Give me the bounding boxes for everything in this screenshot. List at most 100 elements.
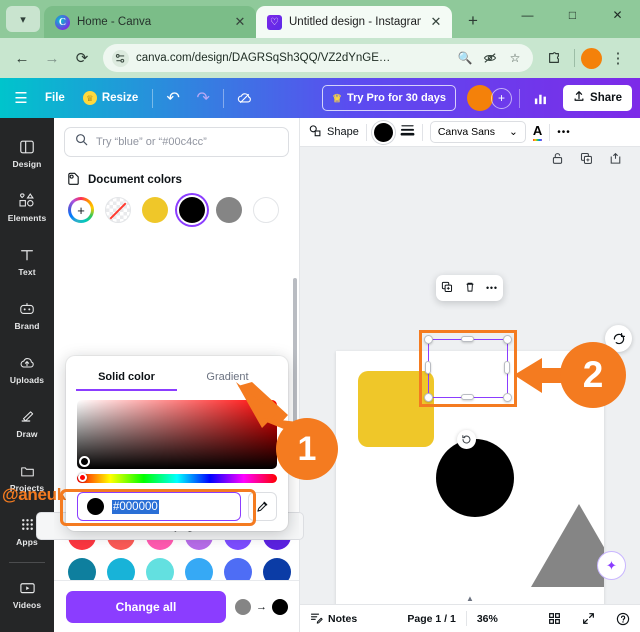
main-menu-icon[interactable]: ☰ — [8, 85, 34, 111]
change-all-button[interactable]: Change all — [66, 590, 226, 623]
try-pro-button[interactable]: ♕ Try Pro for 30 days — [322, 85, 457, 111]
resize-handle-bottom[interactable] — [461, 394, 474, 400]
apps-icon — [20, 516, 35, 534]
eyedropper-icon[interactable] — [248, 492, 277, 521]
resize-handle-left[interactable] — [425, 361, 431, 374]
document-swatch-white[interactable] — [253, 197, 279, 223]
sv-knob[interactable] — [79, 456, 90, 467]
zoom-icon[interactable]: 🔍 — [456, 51, 474, 65]
tab-search-button[interactable]: ▾ — [6, 6, 40, 32]
panel-scrollbar[interactable] — [293, 278, 297, 428]
minimize-button[interactable]: — — [505, 0, 550, 30]
user-avatar[interactable] — [467, 85, 494, 111]
duplicate-icon[interactable] — [580, 152, 593, 168]
notes-label: Notes — [328, 612, 358, 625]
back-icon[interactable]: ← — [8, 44, 36, 72]
browser-menu-icon[interactable]: ⋮ — [604, 44, 632, 72]
resize-handle-bl[interactable] — [424, 393, 433, 402]
uploads-icon — [18, 354, 36, 372]
sidebar-item-elements[interactable]: Elements — [0, 180, 54, 234]
annotation-callout-2: 2 — [560, 342, 626, 408]
browser-tab-1[interactable]: ♡ Untitled design - Instagram ✕ — [256, 6, 452, 38]
canva-square-icon: ♡ — [267, 14, 282, 30]
add-color-swatch[interactable]: + — [68, 197, 94, 223]
duplicate-icon[interactable] — [441, 281, 453, 296]
sidebar-item-design[interactable]: Design — [0, 126, 54, 180]
sidebar-item-text[interactable]: Text — [0, 234, 54, 288]
redo-icon[interactable]: ↷ — [190, 85, 216, 111]
tab-close-icon[interactable]: ✕ — [232, 14, 248, 30]
shape-button[interactable]: Shape — [308, 124, 359, 141]
gray-triangle[interactable] — [531, 504, 604, 587]
sidebar-item-draw[interactable]: Draw — [0, 396, 54, 450]
hex-color-input[interactable]: #000000 — [77, 492, 241, 521]
rotate-icon[interactable] — [457, 430, 476, 449]
annotation-callout-1: 1 — [276, 418, 338, 480]
document-swatch-black[interactable] — [179, 197, 205, 223]
resize-handle-br[interactable] — [503, 393, 512, 402]
profile-avatar[interactable] — [581, 47, 602, 69]
add-page-icon[interactable] — [609, 152, 622, 168]
hue-knob[interactable] — [78, 473, 87, 482]
search-box[interactable]: Try “blue” or “#00c4cc” — [64, 127, 289, 157]
no-color-swatch[interactable] — [105, 197, 131, 223]
url-text: canva.com/design/DAGRSqSh3QQ/VZ2dYnGE… — [136, 52, 391, 64]
search-input-placeholder[interactable]: Try “blue” or “#00c4cc” — [96, 136, 207, 148]
resize-handle-right[interactable] — [504, 361, 510, 374]
cloud-save-icon[interactable] — [231, 85, 257, 111]
puzzle-icon[interactable] — [540, 44, 568, 72]
file-menu-button[interactable]: File — [38, 85, 72, 111]
resize-button[interactable]: ♕ Resize — [76, 85, 145, 111]
more-icon[interactable]: ••• — [486, 283, 498, 293]
help-icon[interactable] — [616, 612, 630, 626]
reload-icon[interactable]: ⟳ — [68, 44, 96, 72]
document-swatch-yellow[interactable] — [142, 197, 168, 223]
saturation-value-area[interactable] — [77, 400, 277, 469]
tab-solid-color[interactable]: Solid color — [76, 364, 177, 391]
font-family-select[interactable]: Canva Sans ⌄ — [429, 121, 526, 143]
search-icon — [75, 133, 88, 151]
brand-icon — [18, 300, 36, 318]
zoom-level[interactable]: 36% — [477, 613, 498, 625]
resize-handle-top[interactable] — [461, 336, 474, 342]
status-bar: Notes Page 1 / 1 36% — [300, 604, 640, 632]
magic-sparkle-icon[interactable]: ✦ — [597, 551, 626, 580]
notes-button[interactable]: Notes — [310, 611, 357, 627]
resize-handle-tr[interactable] — [503, 335, 512, 344]
fill-color-button[interactable] — [373, 122, 393, 142]
file-label: File — [45, 92, 65, 104]
new-tab-button[interactable]: + — [460, 8, 486, 34]
tab-gradient[interactable]: Gradient — [177, 364, 278, 391]
black-circle[interactable] — [436, 439, 514, 517]
lock-icon[interactable] — [551, 152, 564, 168]
document-swatch-gray[interactable] — [216, 197, 242, 223]
lines-icon[interactable] — [400, 123, 415, 142]
undo-icon[interactable]: ↶ — [160, 85, 186, 111]
share-button[interactable]: Share — [563, 85, 632, 111]
text-color-icon[interactable]: A — [532, 123, 543, 141]
invite-members-button[interactable]: + — [491, 87, 513, 109]
sidebar-item-brand[interactable]: Brand — [0, 288, 54, 342]
toolbar-divider — [421, 123, 423, 141]
tab-close-icon[interactable]: ✕ — [428, 14, 444, 30]
crown-icon: ♕ — [82, 91, 97, 105]
grid-icon[interactable] — [548, 612, 561, 625]
sidebar-item-videos[interactable]: Videos — [0, 567, 54, 621]
forward-icon[interactable]: → — [38, 44, 66, 72]
insights-icon[interactable] — [527, 85, 553, 111]
site-info-icon[interactable] — [112, 49, 129, 67]
address-bar[interactable]: canva.com/design/DAGRSqSh3QQ/VZ2dYnGE… 🔍… — [103, 44, 533, 72]
more-options-icon[interactable]: ••• — [557, 127, 571, 138]
close-window-button[interactable]: ✕ — [595, 0, 640, 30]
hidden-eye-icon[interactable] — [481, 52, 499, 64]
font-name: Canva Sans — [437, 126, 496, 138]
hue-slider[interactable] — [77, 473, 277, 483]
expand-icon[interactable] — [582, 612, 595, 625]
browser-tab-0[interactable]: C Home - Canva ✕ — [44, 6, 256, 38]
sidebar-item-uploads[interactable]: Uploads — [0, 342, 54, 396]
bookmark-star-icon[interactable]: ☆ — [506, 51, 524, 65]
notes-icon — [310, 611, 323, 627]
maximize-button[interactable]: □ — [550, 0, 595, 30]
resize-handle-tl[interactable] — [424, 335, 433, 344]
trash-icon[interactable] — [464, 281, 476, 296]
